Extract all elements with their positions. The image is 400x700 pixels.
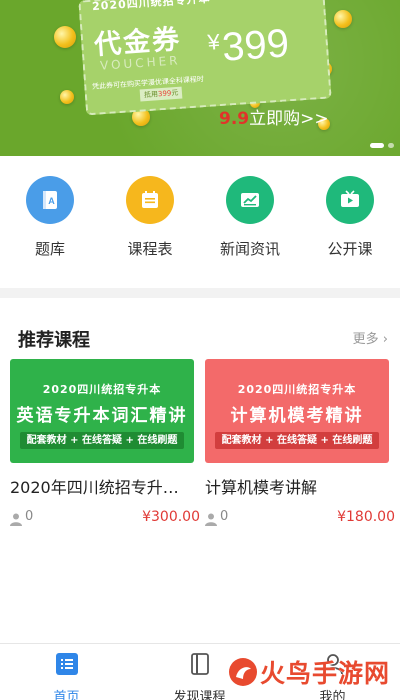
discover-icon — [188, 652, 212, 680]
learner-icon — [10, 511, 22, 530]
carousel-dot-active[interactable] — [370, 143, 384, 148]
coin-decoration — [54, 26, 76, 48]
thumb-year: 2020四川统招专升本 — [42, 383, 162, 396]
promo-banner[interactable]: 2020四川统招专升本 代金券 VOUCHER ¥399 凭此券可在购买学漫优课… — [0, 0, 400, 156]
currency-symbol: ¥ — [206, 29, 221, 55]
course-thumbnail: 2020四川统招专升本 计算机模考精讲 配套教材 + 在线答疑 + 在线刷题 — [205, 359, 389, 463]
thumb-title: 计算机模考精讲 — [230, 406, 364, 426]
note-amount: 399 — [157, 89, 172, 99]
learner-icon — [205, 511, 217, 530]
coin-decoration — [60, 90, 74, 104]
learner-count: 0 — [220, 509, 229, 524]
voucher-amount: ¥399 — [207, 21, 291, 72]
coin-decoration — [334, 10, 352, 28]
schedule-icon — [126, 176, 174, 224]
buy-now-link[interactable]: 9.9立即购>> — [219, 104, 329, 129]
nav-label: 新闻资讯 — [219, 240, 280, 258]
course-card[interactable]: 2020四川统招专升本 英语专升本词汇精讲 配套教材 + 在线答疑 + 在线刷题… — [10, 359, 200, 526]
nav-label: 公开课 — [327, 240, 373, 258]
news-icon — [226, 176, 274, 224]
nav-label: 题库 — [34, 240, 65, 258]
course-card[interactable]: 2020四川统招专升本 计算机模考精讲 配套教材 + 在线答疑 + 在线刷题 计… — [205, 359, 395, 526]
learner-count: 0 — [25, 509, 34, 524]
home-icon — [55, 652, 79, 680]
tab-label: 发现课程 — [173, 690, 226, 700]
thumb-tag: 配套教材 + 在线答疑 + 在线刷题 — [20, 432, 184, 449]
nav-label: 课程表 — [127, 240, 173, 258]
question-bank-icon: A — [26, 176, 74, 224]
thumb-tag: 配套教材 + 在线答疑 + 在线刷题 — [215, 432, 379, 449]
course-title: 2020年四川统招专升本英语词汇精讲 — [10, 478, 194, 497]
section-divider — [0, 288, 400, 298]
course-title: 计算机模考讲解 — [205, 478, 318, 497]
nav-item-schedule[interactable]: 课程表 — [100, 176, 200, 266]
svg-text:A: A — [48, 196, 55, 206]
course-price: ¥180.00 — [337, 509, 395, 525]
course-thumbnail: 2020四川统招专升本 英语专升本词汇精讲 配套教材 + 在线答疑 + 在线刷题 — [10, 359, 194, 463]
tab-home[interactable]: 首页 — [0, 644, 133, 700]
chevron-right-icon: › — [382, 332, 388, 347]
cta-price: 9.9 — [219, 109, 250, 129]
more-link[interactable]: 更多 › — [353, 328, 388, 347]
thumb-title: 英语专升本词汇精讲 — [16, 406, 188, 426]
open-class-icon — [326, 176, 374, 224]
more-label: 更多 — [352, 332, 379, 347]
carousel-dots[interactable] — [370, 143, 394, 148]
site-watermark: 火鸟手游网 — [228, 652, 390, 692]
watermark-logo-icon — [228, 657, 258, 687]
section-title: 推荐课程 — [18, 330, 90, 351]
watermark-text: 火鸟手游网 — [260, 659, 391, 688]
note-suffix: 元 — [171, 88, 179, 98]
app-screen: 2020四川统招专升本 代金券 VOUCHER ¥399 凭此券可在购买学漫优课… — [0, 0, 400, 700]
course-meta: 0 ¥180.00 — [205, 509, 395, 530]
note-prefix: 抵用 — [143, 90, 159, 100]
tab-label: 首页 — [53, 690, 80, 700]
carousel-dot[interactable] — [388, 143, 394, 148]
course-price: ¥300.00 — [142, 509, 200, 525]
nav-item-open-class[interactable]: 公开课 — [300, 176, 400, 266]
quick-nav: A 题库 课程表 新闻资讯 公开课 — [0, 176, 400, 266]
course-meta: 0 ¥300.00 — [10, 509, 200, 530]
cta-text: 立即购>> — [249, 109, 329, 129]
nav-item-question-bank[interactable]: A 题库 — [0, 176, 100, 266]
amount-value: 399 — [220, 21, 291, 70]
thumb-year: 2020四川统招专升本 — [237, 383, 357, 396]
nav-item-news[interactable]: 新闻资讯 — [200, 176, 300, 266]
